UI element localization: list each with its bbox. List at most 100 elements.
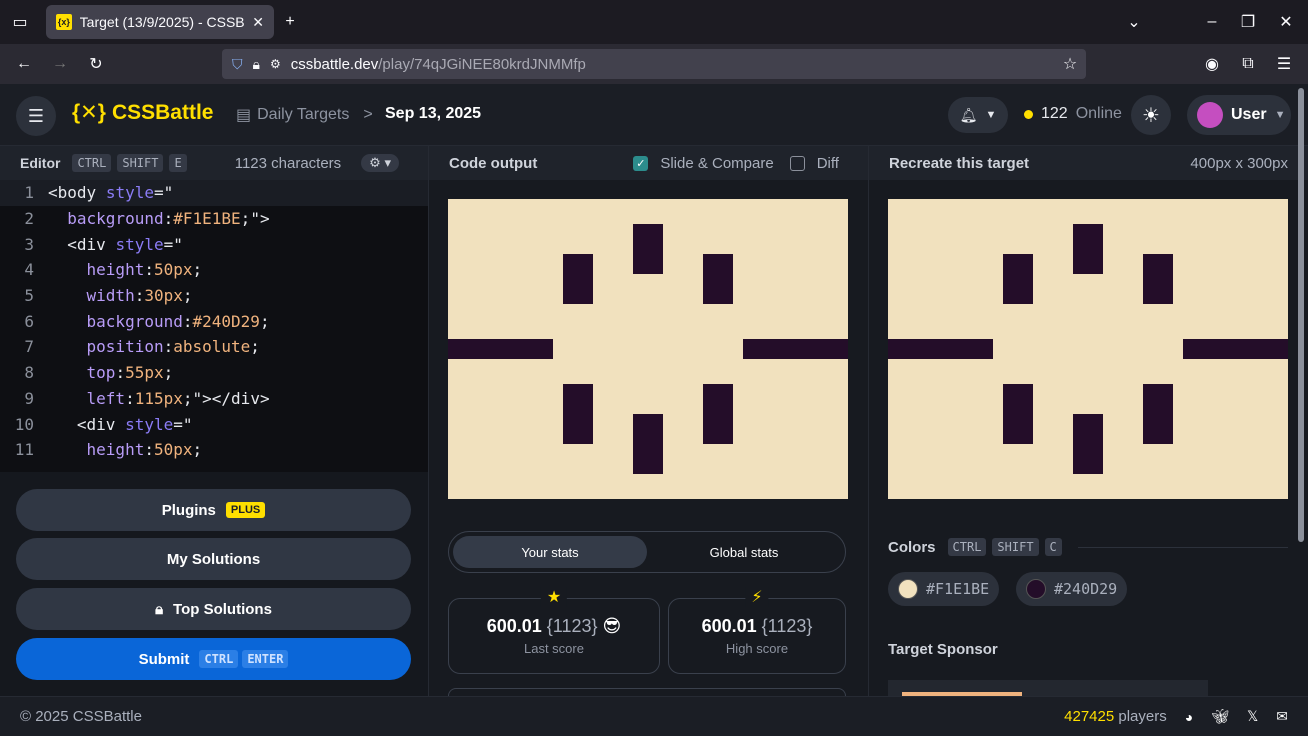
code-text: height:50px;	[86, 440, 203, 460]
shape-block	[448, 339, 553, 359]
code-line[interactable]: 6 background:#240D29;	[0, 308, 428, 334]
target-canvas[interactable]	[888, 199, 1288, 499]
window-restore-icon[interactable]: ❐	[1234, 8, 1262, 36]
code-text: top:55px;	[86, 363, 174, 383]
app-menu-icon[interactable]: ☰	[1270, 50, 1298, 78]
code-line[interactable]: 9 left:115px;"></div>	[0, 386, 428, 412]
tab-list-chevron-icon[interactable]: ⌄	[1120, 8, 1148, 36]
diff-label[interactable]: Diff	[817, 155, 839, 172]
scrollbar[interactable]	[1298, 88, 1304, 542]
plugins-button[interactable]: Plugins PLUS	[16, 489, 411, 531]
account-icon[interactable]: ◉	[1198, 50, 1226, 78]
colors-row: Colors CTRL SHIFT C	[888, 538, 1288, 556]
code-line[interactable]: 2 background:#F1E1BE;">	[0, 206, 428, 232]
hamburger-icon: ☰	[27, 105, 45, 126]
theme-toggle-button[interactable]: ☀	[1131, 95, 1171, 135]
plugins-label: Plugins	[161, 501, 216, 519]
tab-overview-icon[interactable]: ▭	[6, 8, 34, 36]
breadcrumb-daily-targets[interactable]: Daily Targets	[257, 106, 349, 124]
new-tab-icon[interactable]: +	[276, 8, 304, 36]
submit-button[interactable]: Submit CTRL ENTER	[16, 638, 411, 680]
tab-your-stats[interactable]: Your stats	[453, 536, 647, 568]
line-number: 5	[24, 286, 34, 306]
top-solutions-button[interactable]: 🔒︎ Top Solutions	[16, 588, 411, 630]
output-canvas[interactable]	[448, 199, 848, 499]
notifications-button[interactable]: 🔔︎ ▼	[948, 97, 1008, 133]
code-output-header: Code output ✓ Slide & Compare Diff	[428, 146, 868, 180]
code-line[interactable]: 3 <div style="	[0, 231, 428, 257]
target-title: Recreate this target	[889, 154, 1030, 172]
kbd-shift: SHIFT	[992, 538, 1039, 556]
char-count: 1123 characters	[234, 154, 342, 172]
bell-icon: 🔔︎	[959, 106, 978, 123]
tab-close-icon[interactable]: ✕	[252, 14, 264, 31]
shape-block	[633, 224, 663, 274]
user-name: User	[1231, 106, 1267, 123]
code-text: <div style="	[76, 414, 193, 434]
permissions-icon[interactable]: ⚙	[270, 57, 281, 71]
stats-switch: Your stats Global stats	[448, 531, 846, 573]
code-line[interactable]: 7 position:absolute;	[0, 334, 428, 360]
mail-icon[interactable]: ✉	[1276, 708, 1288, 725]
lock-icon: 🔒︎	[155, 600, 164, 618]
last-score-card: ★ 600.01 {1123} 😎 Last score	[448, 587, 660, 674]
last-score-label: Last score	[524, 641, 584, 656]
forward-arrow-icon[interactable]: →	[46, 50, 74, 78]
shield-icon[interactable]: ⛉	[232, 56, 243, 73]
reload-icon[interactable]: ↻	[82, 50, 110, 78]
kbd-ctrl: CTRL	[947, 538, 987, 556]
menu-button[interactable]: ☰	[16, 96, 56, 136]
code-line[interactable]: 4 height:50px;	[0, 257, 428, 283]
line-number: 7	[24, 337, 34, 357]
bookmark-star-icon[interactable]: ☆	[1056, 50, 1084, 78]
editor-settings-gear-icon[interactable]: ⚙ ▾	[361, 154, 399, 172]
online-label: Online	[1075, 105, 1122, 122]
line-number: 6	[24, 311, 34, 331]
high-score-chars: {1123}	[761, 616, 813, 636]
bluesky-icon[interactable]: 🦋︎	[1211, 708, 1229, 725]
online-dot-icon	[1024, 109, 1033, 119]
footer-right: 427425 players ◕ 🦋︎ 𝕏 ✉	[1064, 708, 1288, 725]
my-solutions-button[interactable]: My Solutions	[16, 538, 411, 580]
code-line[interactable]: 1 <body style="	[0, 180, 428, 206]
slide-compare-label[interactable]: Slide & Compare	[660, 155, 773, 172]
star-icon: ★	[540, 587, 568, 607]
color-swatch-2[interactable]: #240D29	[1016, 572, 1128, 606]
browser-tab[interactable]: {x} Target (13/9/2025) - CSSBattle ✕	[46, 5, 274, 39]
window-close-icon[interactable]: ✕	[1272, 8, 1300, 36]
last-score-chars: {1123}	[546, 616, 598, 636]
user-menu-button[interactable]: User ▼	[1187, 95, 1291, 135]
kbd-shift: SHIFT	[117, 154, 164, 172]
cssbattle-logo[interactable]: {✕} CSSBattle	[72, 100, 213, 125]
code-text: position:absolute;	[86, 337, 260, 357]
sun-icon: ☀	[1142, 104, 1160, 127]
back-arrow-icon[interactable]: ←	[10, 50, 38, 78]
tab-global-stats[interactable]: Global stats	[647, 536, 841, 568]
kbd-c: C	[1044, 538, 1062, 556]
shape-block	[563, 384, 593, 444]
shape-block	[1183, 339, 1288, 359]
code-line[interactable]: 5 width:30px;	[0, 283, 428, 309]
code-editor[interactable]: 1 <body style=" 2 background:#F1E1BE;"> 3 <…	[0, 180, 428, 472]
shape-block	[703, 254, 733, 304]
code-line[interactable]: 10 <div style="	[0, 411, 428, 437]
slide-compare-checkbox[interactable]: ✓	[633, 155, 649, 171]
url-bar[interactable]: ⛉ 🔒︎ ⚙ cssbattle.dev/play/74qJGiNEE80krd…	[222, 49, 1086, 79]
color-swatch-1[interactable]: #F1E1BE	[888, 572, 1000, 606]
shape-block	[1073, 224, 1103, 274]
x-twitter-icon[interactable]: 𝕏	[1247, 708, 1258, 725]
code-line[interactable]: 8 top:55px;	[0, 360, 428, 386]
extensions-icon[interactable]: ⧉	[1234, 50, 1262, 78]
kbd-e: E	[169, 154, 187, 172]
discord-icon[interactable]: ◕	[1185, 709, 1193, 725]
code-text: <div style="	[67, 234, 183, 254]
window-minimize-icon[interactable]: –	[1198, 8, 1226, 36]
divider	[1077, 546, 1288, 548]
avatar	[1197, 102, 1223, 128]
lock-icon[interactable]: 🔒︎	[253, 56, 260, 73]
code-line[interactable]: 11 height:50px;	[0, 437, 428, 463]
diff-checkbox[interactable]	[789, 155, 805, 171]
target-header: Recreate this target 400px x 300px	[868, 146, 1308, 180]
shape-block	[703, 384, 733, 444]
sponsor-card[interactable]	[888, 680, 1208, 696]
